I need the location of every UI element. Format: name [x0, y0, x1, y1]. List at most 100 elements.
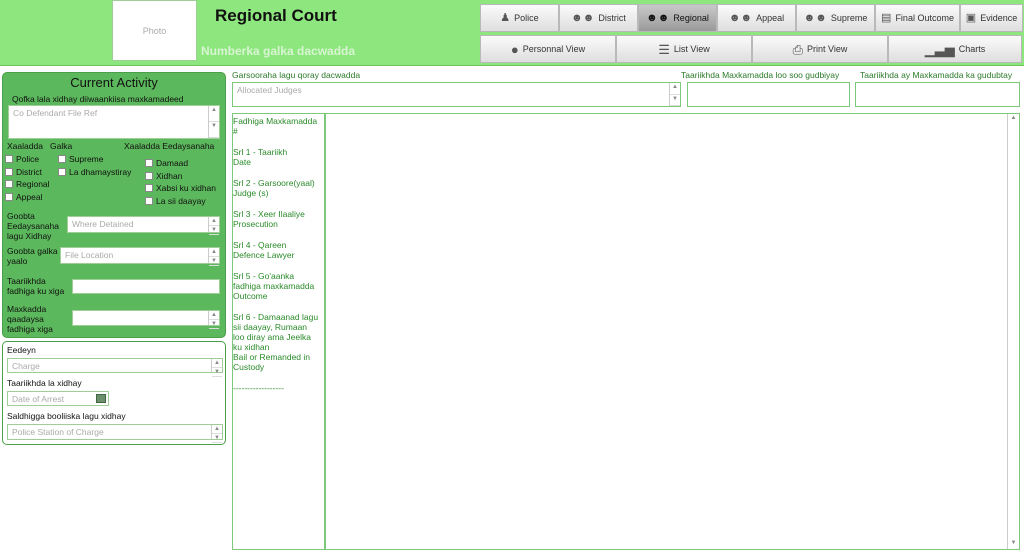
galka-option-appeal[interactable]: Appeal	[5, 192, 42, 202]
tab-police[interactable]: ♟ Police	[480, 4, 559, 32]
court-date-label: Taariikhda Maxkamadda loo soo gudbiyay	[681, 70, 840, 80]
tab-appeal[interactable]: ☻☻ Appeal	[717, 4, 796, 32]
allocated-judges-field[interactable]: Allocated Judges ▲ ▼	[232, 82, 681, 107]
police-station-label: Saldhigga booliiska lagu xidhay	[7, 411, 126, 421]
srl-line: Date	[233, 157, 251, 167]
field-placeholder: File Location	[65, 250, 114, 260]
srl-line: sii daayay, Rumaan	[233, 322, 308, 332]
xaaladda-eedaysanaha-label: Xaaladda Eedaysanaha	[124, 141, 215, 151]
field-scroller[interactable]: ▲ ▼	[211, 359, 222, 377]
srl-column: Fadhiga Maxkamadda # Srl 1 - Taariikh Date S…	[232, 113, 325, 550]
grid-scrollbar[interactable]: ▲ ▼	[1007, 114, 1019, 549]
galka-label: Galka	[50, 141, 73, 151]
next-court-label: Maxkadda qaadaysa fadhiga xiga	[7, 304, 53, 334]
print-view-button[interactable]: ⎙ Print View	[752, 35, 888, 63]
arrest-date-label: Taariikhda la xidhay	[7, 378, 82, 388]
srl-list: Fadhiga Maxkamadda # Srl 1 - Taariikh Date S…	[233, 114, 324, 393]
field-scroller[interactable]: ▲ ▼	[208, 217, 219, 235]
srl-line: Srl 3 - Xeer Ilaaliye	[233, 209, 305, 219]
tab-label: Appeal	[756, 13, 785, 23]
header: Photo Regional Court Numberka galka dacw…	[0, 0, 1024, 66]
field-placeholder: Date of Arrest	[12, 394, 64, 404]
current-activity-panel: Current Activity Qofka lala xidhay diiwa…	[2, 72, 226, 338]
view-tabs: ● Personnal View ☰ List View ⎙ Print View ▁…	[480, 35, 1022, 63]
tab-district[interactable]: ☻☻ District	[559, 4, 638, 32]
srl-line: Srl 1 - Taariikh	[233, 147, 288, 157]
tab-label: Regional	[673, 13, 709, 23]
field-scroller[interactable]: ▲ ▼	[208, 311, 219, 329]
calendar-icon[interactable]	[96, 394, 106, 403]
co-defendant-field[interactable]: Co Defendant File Ref ▲ ▼	[8, 105, 220, 139]
field-scroller[interactable]: ▲ ▼	[208, 106, 219, 138]
field-placeholder: Police Station of Charge	[12, 427, 104, 437]
court-date2-field[interactable]	[855, 82, 1020, 107]
srl-line: Prosecution	[233, 219, 278, 229]
list-icon: ☰	[658, 41, 670, 57]
tab-label: District	[598, 13, 626, 23]
page-title: Regional Court	[215, 6, 337, 25]
date-of-arrest-field[interactable]: Date of Arrest	[7, 391, 109, 406]
srl-line: Srl 5 - Go'aanka	[233, 271, 295, 281]
srl-line: loo diray ama Jeelka	[233, 332, 311, 342]
charge-panel: Eedeyn Charge ▲ ▼ Taariikhda la xidhay Da…	[2, 341, 226, 445]
tab-regional[interactable]: ☻☻ Regional	[638, 4, 717, 32]
field-scroller[interactable]: ▲ ▼	[211, 425, 222, 443]
srl-line: Defence Lawyer	[233, 250, 295, 260]
galka-option-police[interactable]: Police	[5, 154, 39, 164]
court-tabs: ♟ Police ☻☻ District ☻☻ Regional ☻☻ Appeal ☻…	[480, 4, 1023, 32]
personnal-view-button[interactable]: ● Personnal View	[480, 35, 616, 63]
charts-button[interactable]: ▁▃▅ Charts	[888, 35, 1022, 63]
status-option-damaad[interactable]: Damaad	[145, 158, 188, 168]
police-station-field[interactable]: Police Station of Charge ▲ ▼	[7, 424, 223, 443]
status-option-xidhan[interactable]: Xidhan	[145, 171, 182, 181]
field-scroller[interactable]: ▲ ▼	[208, 248, 219, 266]
person-icon: ●	[510, 41, 519, 57]
bar-chart-icon: ▁▃▅	[924, 41, 955, 57]
field-placeholder: Charge	[12, 361, 40, 371]
tab-label: Personnal View	[522, 44, 586, 54]
srl-line: Srl 6 - Damaanad lagu	[233, 312, 319, 322]
court-sessions-grid[interactable]: ▲ ▼	[325, 113, 1020, 550]
panel-title: Current Activity	[70, 75, 158, 90]
charge-field[interactable]: Charge ▲ ▼	[7, 358, 223, 377]
group-icon: ☻☻	[803, 11, 827, 24]
tab-label: Police	[514, 13, 539, 23]
galka-option-completed[interactable]: La dhamaystiray	[58, 167, 131, 177]
printer-icon: ⎙	[792, 41, 804, 57]
xaaladda-label: Xaaladda	[7, 141, 43, 151]
tab-label: Evidence	[980, 13, 1018, 23]
galka-option-supreme[interactable]: Supreme	[58, 154, 104, 164]
tab-evidence[interactable]: ▣ Evidence	[960, 4, 1023, 32]
tab-final-outcome[interactable]: ▤ Final Outcome	[875, 4, 960, 32]
srl-line: Srl 4 - Qareen	[233, 240, 287, 250]
srl-line: Outcome	[233, 291, 268, 301]
list-view-button[interactable]: ☰ List View	[616, 35, 752, 63]
tab-label: Supreme	[830, 13, 868, 23]
status-option-released[interactable]: La sii daayay	[145, 196, 206, 206]
co-defendant-label: Qofka lala xidhay diiwaankiisa maxkamade…	[12, 94, 184, 104]
court-date-field[interactable]	[687, 82, 850, 107]
srl-line: Fadhiga Maxkamadda	[233, 116, 318, 126]
galka-option-district[interactable]: District	[5, 167, 42, 177]
where-detained-field[interactable]: Where Detained ▲ ▼	[67, 216, 220, 235]
detained-label: Goobta Eedaysanaha lagu Xidhay	[7, 211, 59, 241]
srl-line: ------------------	[233, 383, 284, 393]
galka-option-regional[interactable]: Regional	[5, 179, 50, 189]
field-placeholder: Co Defendant File Ref	[13, 108, 98, 118]
photo-label: Photo	[142, 25, 167, 36]
next-court-field[interactable]: ▲ ▼	[72, 310, 220, 329]
next-session-date-field[interactable]	[72, 279, 220, 294]
photo-placeholder[interactable]: Photo	[112, 0, 197, 61]
tab-label: Final Outcome	[895, 13, 954, 23]
tab-label: Charts	[958, 44, 986, 54]
field-scroller[interactable]: ▲ ▼	[669, 83, 680, 106]
court-date2-label: Taariikhda ay Maxkamadda ka gudubtay	[860, 70, 1013, 80]
case-number-label: Numberka galka dacwadda	[201, 44, 356, 58]
tab-supreme[interactable]: ☻☻ Supreme	[796, 4, 875, 32]
tab-label: Print View	[807, 44, 848, 54]
srl-line: Srl 2 - Garsoore(yaal)	[233, 178, 315, 188]
file-location-label: Goobta galka yaalo	[7, 246, 58, 266]
file-location-field[interactable]: File Location ▲ ▼	[60, 247, 220, 266]
status-option-xabsi[interactable]: Xabsi ku xidhan	[145, 183, 216, 193]
file-date-label: Taariikhda fadhiga ku xiga	[7, 276, 65, 296]
